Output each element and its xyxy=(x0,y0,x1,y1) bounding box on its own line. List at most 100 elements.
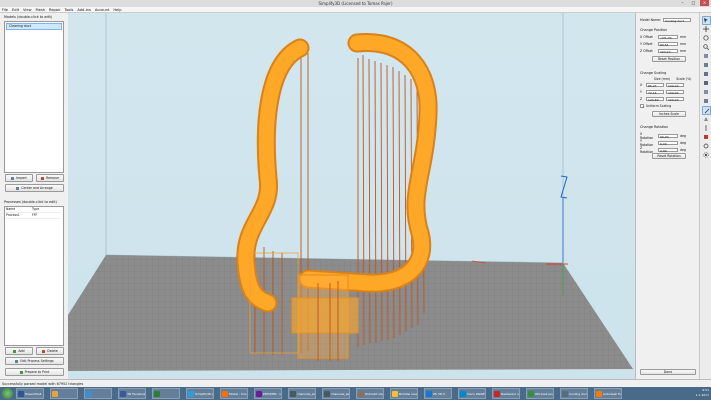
model-list-item[interactable]: Cleaning duct xyxy=(6,23,62,30)
taskbar-app-label: ZS 3D.5 xyxy=(433,392,445,396)
y-offset-input[interactable]: 80,51 xyxy=(658,42,678,47)
remove-icon xyxy=(41,176,45,180)
z-offset-label: Z Offset xyxy=(640,49,653,53)
taskbar-app-button[interactable] xyxy=(50,388,78,399)
view-top-icon[interactable] xyxy=(702,70,709,77)
view-bottom-icon[interactable] xyxy=(702,79,709,86)
z-rotation-input[interactable]: 0,00 xyxy=(658,148,678,153)
measure-icon[interactable] xyxy=(702,124,709,131)
add-process-button[interactable]: Add xyxy=(5,347,33,355)
uniform-scaling-checkbox[interactable]: ✓ xyxy=(640,104,645,109)
prepare-to-print-button[interactable]: Prepare to Print xyxy=(5,368,64,376)
start-button[interactable] xyxy=(2,388,13,399)
left-panel: Models (double-click to edit) Cleaning d… xyxy=(0,13,69,379)
move-icon[interactable] xyxy=(702,25,709,32)
taskbar-app-button[interactable]: Cisco WebEx... xyxy=(458,388,486,399)
app-icon xyxy=(528,391,534,397)
taskbar-app-button[interactable]: Simplify3D (Li... xyxy=(186,388,214,399)
view-right-icon[interactable] xyxy=(702,97,709,104)
close-button[interactable]: ✕ xyxy=(700,0,709,6)
size-y-input[interactable]: 72,14 xyxy=(646,90,664,95)
taskbar-app-button[interactable]: Nastaveni obr... xyxy=(492,388,520,399)
scale-y-input[interactable]: 100,00 xyxy=(666,90,684,95)
preview-icon[interactable] xyxy=(702,142,709,149)
x-offset-input[interactable]: -171,79 xyxy=(658,35,678,40)
taskbar-app-button[interactable]: 3D Facebook xyxy=(118,388,146,399)
taskbar-app-button[interactable]: Bohatsi soubor... xyxy=(390,388,418,399)
menu-mesh[interactable]: Mesh xyxy=(36,7,45,12)
center-arrange-button[interactable]: Center and Arrange xyxy=(5,184,64,192)
scaling-columns: Size (mm) Scale (%) xyxy=(654,77,691,81)
cross-section-icon[interactable] xyxy=(702,133,709,140)
x-offset-unit: mm xyxy=(680,35,687,39)
rotate-icon[interactable] xyxy=(702,34,709,41)
z-offset-input[interactable]: 103,70 xyxy=(658,49,678,54)
taskbar-app-button[interactable]: Obrazek.png xyxy=(526,388,554,399)
x-offset-row: X Offset -171,79 mm xyxy=(640,35,687,40)
change-scaling-header: Change Scaling xyxy=(640,71,667,75)
view-front-icon[interactable] xyxy=(702,61,709,68)
menu-tools[interactable]: Tools xyxy=(65,7,74,12)
process-row-type[interactable]: FFF xyxy=(31,213,61,219)
edit-process-settings-button[interactable]: Edit Process Settings xyxy=(5,357,64,365)
taskbar-app-label: Model - Cooling... xyxy=(229,392,248,396)
place-face-icon[interactable] xyxy=(702,115,709,122)
menu-view[interactable]: View xyxy=(23,7,32,12)
process-row-name[interactable]: Process1 xyxy=(5,213,31,219)
taskbar-app-button[interactable]: ZS 3D.5 xyxy=(424,388,452,399)
select-arrow-icon[interactable] xyxy=(702,16,711,25)
arrange-icon xyxy=(16,186,20,190)
taskbar-app-button[interactable]: channels_skills... xyxy=(322,388,350,399)
app-icon xyxy=(52,391,58,397)
import-button[interactable]: Import xyxy=(5,174,33,182)
taskbar-app-label: Zobrazit obsah... xyxy=(365,392,384,396)
taskbar-app-button[interactable]: Cooling duct ... xyxy=(560,388,588,399)
menu-add-ins[interactable]: Add-Ins xyxy=(77,7,90,12)
taskbar-app-label: Obrazek.png xyxy=(535,392,554,396)
taskbar-app-button[interactable]: PDH/MPA · Link... xyxy=(254,388,282,399)
menu-account[interactable]: Account xyxy=(95,7,110,12)
menu-repair[interactable]: Repair xyxy=(49,7,61,12)
remove-button[interactable]: Remove xyxy=(36,174,64,182)
delete-process-button[interactable]: Delete xyxy=(36,347,64,355)
taskbar-app-label: Bohatsi soubor... xyxy=(399,392,418,396)
models-list[interactable]: Cleaning duct xyxy=(4,21,64,173)
processes-list[interactable]: Name Type Process1 FFF xyxy=(4,206,64,346)
app-icon xyxy=(358,391,364,397)
taskbar-app-button[interactable] xyxy=(152,388,180,399)
view-left-icon[interactable] xyxy=(702,88,709,95)
taskbar-app-button[interactable]: Model - Cooling... xyxy=(220,388,248,399)
taskbar-app-button[interactable]: PowerShell xyxy=(16,388,44,399)
app-icon xyxy=(392,391,398,397)
view-toolbar xyxy=(699,13,711,379)
taskbar-app-label: 3D Facebook xyxy=(127,392,146,396)
menu-help[interactable]: Help xyxy=(113,7,121,12)
maximize-button[interactable]: □ xyxy=(689,0,698,6)
3d-viewport[interactable] xyxy=(68,13,635,379)
settings-gear-icon[interactable] xyxy=(702,151,709,158)
scale-z-input[interactable]: 100,00 xyxy=(666,97,684,102)
menu-edit[interactable]: Edit xyxy=(12,7,19,12)
taskbar-app-button[interactable]: channels_skills... xyxy=(288,388,316,399)
model-name-input[interactable]: Cooling duct xyxy=(663,18,692,23)
scale-tool-icon[interactable] xyxy=(702,106,711,115)
done-button[interactable]: Done xyxy=(640,369,696,375)
menu-file[interactable]: File xyxy=(2,7,8,12)
taskbar-app-button[interactable] xyxy=(84,388,112,399)
view-iso-icon[interactable] xyxy=(702,52,709,59)
taskbar-app-button[interactable]: Autodesk Fusi... xyxy=(594,388,622,399)
tray-date: 1.1.2017 xyxy=(695,393,709,397)
app-icon xyxy=(222,391,228,397)
scale-x-input[interactable]: 100,00 xyxy=(666,83,684,88)
taskbar-app-button[interactable]: Zobrazit obsah... xyxy=(356,388,384,399)
size-x-input[interactable]: 85,27 xyxy=(646,83,664,88)
x-rotation-input[interactable]: 90,00 xyxy=(658,134,678,139)
y-rotation-input[interactable]: 0,00 xyxy=(658,141,678,146)
reset-position-button[interactable]: Reset Position xyxy=(652,56,686,62)
minimize-button[interactable]: – xyxy=(678,0,687,6)
zoom-icon[interactable] xyxy=(702,43,709,50)
inches-scale-button[interactable]: Inches Scale xyxy=(652,111,686,117)
reset-rotation-button[interactable]: Reset Rotation xyxy=(652,153,686,159)
system-tray: 9:51 1.1.2017 xyxy=(696,388,709,398)
size-z-input[interactable]: 129,89 xyxy=(646,97,664,102)
